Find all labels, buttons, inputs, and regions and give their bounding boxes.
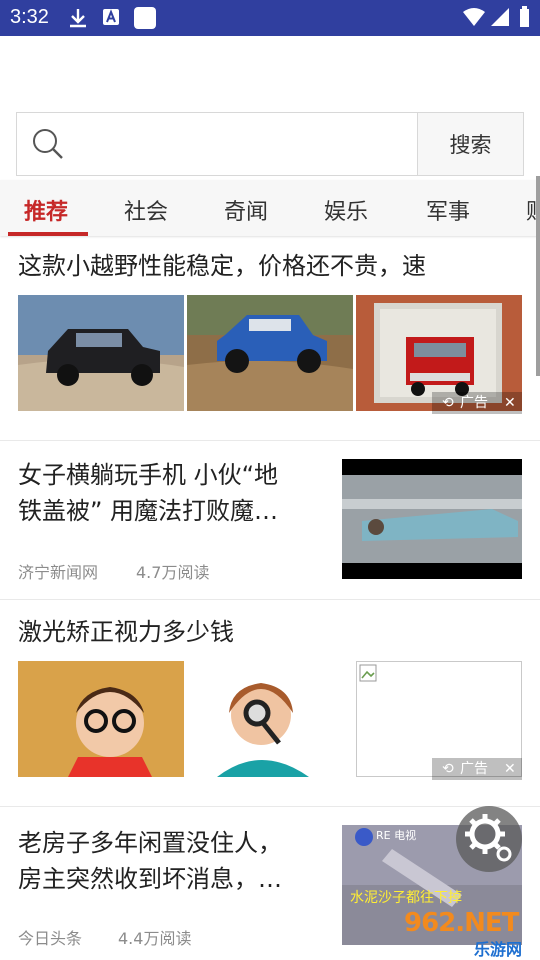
category-tabs: 推荐 社会 奇闻 娱乐 军事 财	[0, 180, 540, 236]
item-title: 这款小越野性能稳定，价格还不贵，速	[18, 252, 426, 280]
status-time: 3:32	[10, 6, 49, 28]
search-bar: 搜索	[16, 112, 524, 176]
tab-society[interactable]: 社会	[124, 194, 168, 226]
download-icon	[70, 9, 86, 28]
suv-image	[18, 295, 184, 411]
gear-icon	[465, 814, 512, 862]
item-title-line2: 铁盖被” 用魔法打败魔…	[18, 497, 279, 525]
ad-close-icon[interactable]: ✕	[504, 758, 516, 780]
thumb-logo: RE 电视	[376, 829, 417, 842]
ad-close-icon[interactable]: ✕	[504, 392, 516, 414]
square-app-icon	[134, 7, 156, 29]
watermark-label: 乐游网	[474, 940, 523, 959]
ad-label: 广告	[460, 395, 488, 411]
item-title-line1: 女子横躺玩手机 小伙“地	[18, 461, 279, 489]
ad-refresh-icon: ⟲	[442, 761, 454, 777]
site-watermark: 962.NET 乐游网	[400, 908, 540, 959]
tab-oddities[interactable]: 奇闻	[224, 194, 268, 226]
woman-magnifier-image	[187, 661, 353, 777]
watermark-number: 962.NET	[404, 908, 519, 938]
item-read-count: 4.7万阅读	[136, 563, 210, 582]
thumb-caption: 水泥沙子都往下掉	[350, 890, 462, 906]
item-source: 今日头条	[18, 929, 83, 948]
search-button[interactable]: 搜索	[417, 113, 523, 175]
item-title-line1: 老房子多年闲置没住人，	[18, 829, 282, 857]
tab-recommended[interactable]: 推荐	[24, 194, 68, 226]
floating-settings-button[interactable]	[456, 806, 522, 872]
app-notification-icon	[103, 9, 119, 25]
search-input[interactable]	[83, 123, 417, 167]
item-title-line2: 房主突然收到坏消息，…	[18, 865, 282, 893]
battery-icon	[520, 6, 529, 27]
item-title: 激光矫正视力多少钱	[18, 618, 234, 646]
feed-ad-item[interactable]: 激光矫正视力多少钱 ⟲ 广告 ✕	[0, 600, 540, 807]
item-read-count: 4.4万阅读	[118, 929, 192, 948]
tab-military[interactable]: 军事	[426, 194, 470, 226]
truck-image	[187, 295, 353, 411]
broken-image-icon	[359, 664, 377, 682]
cell-signal-icon	[491, 8, 509, 26]
item-source: 济宁新闻网	[18, 563, 99, 582]
feed-ad-item[interactable]: 这款小越野性能稳定，价格还不贵，速 ⟲ 广告 ✕	[0, 236, 540, 441]
boy-glasses-image	[18, 661, 184, 777]
ad-badge: ⟲ 广告 ✕	[432, 758, 522, 780]
search-icon	[33, 129, 63, 159]
tab-entertainment[interactable]: 娱乐	[324, 194, 368, 226]
ad-refresh-icon: ⟲	[442, 395, 454, 411]
ad-badge: ⟲ 广告 ✕	[432, 392, 522, 414]
wifi-icon	[463, 8, 485, 26]
ad-label: 广告	[460, 761, 488, 777]
subway-thumbnail	[342, 459, 522, 579]
status-bar: 3:32	[0, 0, 540, 36]
feed-article-item[interactable]: 女子横躺玩手机 小伙“地 铁盖被” 用魔法打败魔… 济宁新闻网 4.7万阅读	[0, 441, 540, 600]
